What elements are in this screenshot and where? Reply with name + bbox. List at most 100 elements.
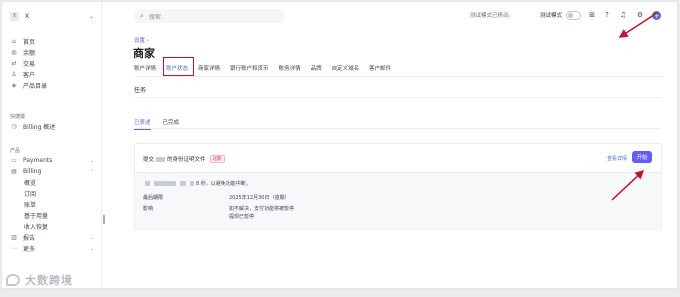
reports-icon: ▥: [11, 234, 17, 241]
tab-customer-emails[interactable]: 客户邮件: [369, 64, 391, 74]
divider: [134, 97, 661, 98]
help-icon[interactable]: ?: [602, 10, 612, 20]
clock-icon: ◷: [11, 123, 17, 130]
main-content: 设置 › 商家 账户详情 账户状态 商家详情 银行账户和货币 账务详情 品牌 自…: [102, 30, 677, 288]
impact-label: 影响: [143, 206, 154, 212]
sidebar-subitem-revenue-recovery[interactable]: 收入恢复: [10, 221, 94, 232]
breadcrumb-settings[interactable]: 设置: [134, 38, 145, 44]
search-placeholder: 搜索: [148, 13, 161, 21]
toggle-knob: [568, 13, 573, 18]
product-catalog-icon: ◈: [11, 82, 17, 89]
impact-line: 提现已暂停: [229, 214, 255, 220]
tab-bank-accounts[interactable]: 银行账户和货币: [230, 64, 269, 74]
tab-tax-details[interactable]: 账务详情: [279, 64, 301, 74]
sidebar-item-label: 客户: [23, 72, 36, 79]
redacted-text: [180, 181, 186, 186]
sidebar-item-product-catalog[interactable]: ◈ 产品目录: [10, 80, 94, 91]
account-badge: X: [10, 11, 19, 21]
payments-icon: ▭: [11, 157, 17, 164]
sidebar-item-customers[interactable]: ♙ 客户: [10, 69, 94, 80]
sidebar-item-label: 首页: [23, 39, 36, 46]
chevron-down-icon: ⌄: [88, 12, 94, 20]
sidebar-item-home[interactable]: ⌂ 首页: [10, 36, 94, 47]
create-plus-button[interactable]: +: [652, 11, 661, 20]
sidebar-item-label: Billing 概述: [23, 124, 56, 131]
sidebar-item-billing[interactable]: ▤ Billing ⌃: [10, 166, 94, 177]
sidebar-item-label: 产品目录: [23, 83, 48, 90]
task-title: 提交 的身份证明文件 过期: [143, 155, 225, 163]
sidebar-item-label: 交易: [23, 61, 36, 68]
app-window: X X ⌄ ⌂ 首页 ◍ 余额 ⇄ 交易 ♙ 客户 ◈ 产品目录 快捷键 ◷ B…: [1, 1, 678, 289]
section-title-tasks: 任务: [134, 87, 147, 94]
sidebar-item-reports[interactable]: ▥ 报告 ⌄: [10, 232, 94, 243]
account-switcher[interactable]: X X ⌄: [10, 10, 94, 22]
chevron-down-icon: ⌄: [89, 234, 94, 241]
divider: [134, 128, 661, 129]
task-description-tail: 8 秒，以避免功能中断。: [196, 181, 251, 187]
task-title-suffix: 的身份证明文件: [167, 157, 206, 163]
task-card: 提交 的身份证明文件 过期 查看详情 开始 8 秒，以避免功能中断。 最后期限: [134, 143, 662, 231]
top-bar: ⌕ 搜索 测试模式已移动。 测试模式 ⊞ ? ♫ ⚙ +: [102, 2, 677, 30]
sidebar-item-more[interactable]: ⋯ 更多 ⌄: [10, 243, 94, 254]
home-icon: ⌂: [12, 38, 16, 45]
divider: [134, 76, 661, 77]
sidebar-item-label: Payments: [23, 157, 53, 164]
chevron-down-icon: ⌄: [89, 245, 94, 252]
tab-account-details[interactable]: 账户详情: [134, 64, 156, 74]
shortcuts-heading: 快捷键: [10, 114, 26, 120]
redacted-text: [145, 181, 150, 186]
test-mode-toggle[interactable]: [566, 11, 581, 20]
sidebar-item-billing-overview[interactable]: ◷ Billing 概述: [10, 121, 94, 132]
view-details-link[interactable]: 查看详情: [607, 155, 627, 162]
watermark-icon: [6, 274, 20, 286]
billing-icon: ▤: [11, 168, 17, 175]
sidebar-item-label: Billing: [23, 168, 42, 175]
watermark-logo: 大数跨境: [6, 272, 73, 288]
settings-gear-icon[interactable]: ⚙: [635, 10, 645, 20]
sidebar-subitem-overview[interactable]: 概览: [10, 177, 94, 188]
chevron-down-icon: ⌄: [89, 157, 94, 164]
redacted-text: [154, 181, 176, 186]
customers-icon: ♙: [11, 71, 17, 78]
impact-value: 如不解决，支付功能将被暂停 提现已暂停: [229, 205, 369, 221]
apps-icon[interactable]: ⊞: [587, 10, 597, 20]
page-title: 商家: [133, 47, 155, 60]
deadline-label: 最后期限: [143, 195, 164, 201]
start-button[interactable]: 开始: [632, 151, 652, 163]
task-card-header: 提交 的身份证明文件 过期 查看详情 开始: [135, 144, 661, 172]
products-heading: 产品: [10, 148, 21, 154]
sidebar-item-transactions[interactable]: ⇄ 交易: [10, 58, 94, 69]
account-name: X: [25, 12, 30, 20]
impact-line: 如不解决，支付功能将被暂停: [229, 206, 295, 212]
breadcrumb[interactable]: 设置 ›: [134, 36, 149, 44]
more-icon: ⋯: [11, 245, 17, 252]
search-input[interactable]: ⌕ 搜索: [134, 9, 284, 23]
sidebar-subitem-subscriptions[interactable]: 订阅: [10, 188, 94, 199]
bell-icon[interactable]: ♫: [618, 10, 628, 20]
sidebar-item-label: 更多: [23, 246, 36, 253]
sidebar-item-balance[interactable]: ◍ 余额: [10, 47, 94, 58]
redacted-text: [156, 156, 166, 162]
test-mode-label: 测试模式: [540, 13, 563, 19]
redacted-text: [190, 181, 194, 186]
annotation-highlight-box: [163, 57, 194, 76]
products-nav: 产品 ▭ Payments ⌄ ▤ Billing ⌃ 概览 订阅 账单 基于用…: [10, 146, 94, 254]
status-badge: 过期: [209, 155, 225, 163]
task-title-prefix: 提交: [143, 157, 155, 163]
test-mode-notice: 测试模式已移动。: [470, 13, 515, 19]
transactions-icon: ⇄: [11, 60, 17, 67]
tab-business-details[interactable]: 商家详情: [198, 64, 220, 74]
chevron-up-icon: ⌃: [89, 168, 94, 175]
sidebar-item-label: 余额: [23, 50, 36, 57]
search-icon: ⌕: [140, 11, 144, 20]
task-card-body: 8 秒，以避免功能中断。 最后期限 2025年12月30日（逾期） 影响 如不解…: [135, 172, 661, 231]
sidebar-item-payments[interactable]: ▭ Payments ⌄: [10, 155, 94, 166]
tab-custom-domains[interactable]: 自定义域名: [332, 64, 360, 74]
sidebar-subitem-usage-based[interactable]: 基于用量: [10, 210, 94, 221]
tab-branding[interactable]: 品牌: [311, 64, 322, 74]
deadline-value: 2025年12月30日（逾期）: [229, 195, 290, 201]
sidebar-item-label: 报告: [23, 235, 36, 242]
sidebar-subitem-invoices[interactable]: 账单: [10, 199, 94, 210]
sidebar: X X ⌄ ⌂ 首页 ◍ 余额 ⇄ 交易 ♙ 客户 ◈ 产品目录 快捷键 ◷ B…: [2, 2, 102, 288]
balance-icon: ◍: [11, 49, 17, 56]
